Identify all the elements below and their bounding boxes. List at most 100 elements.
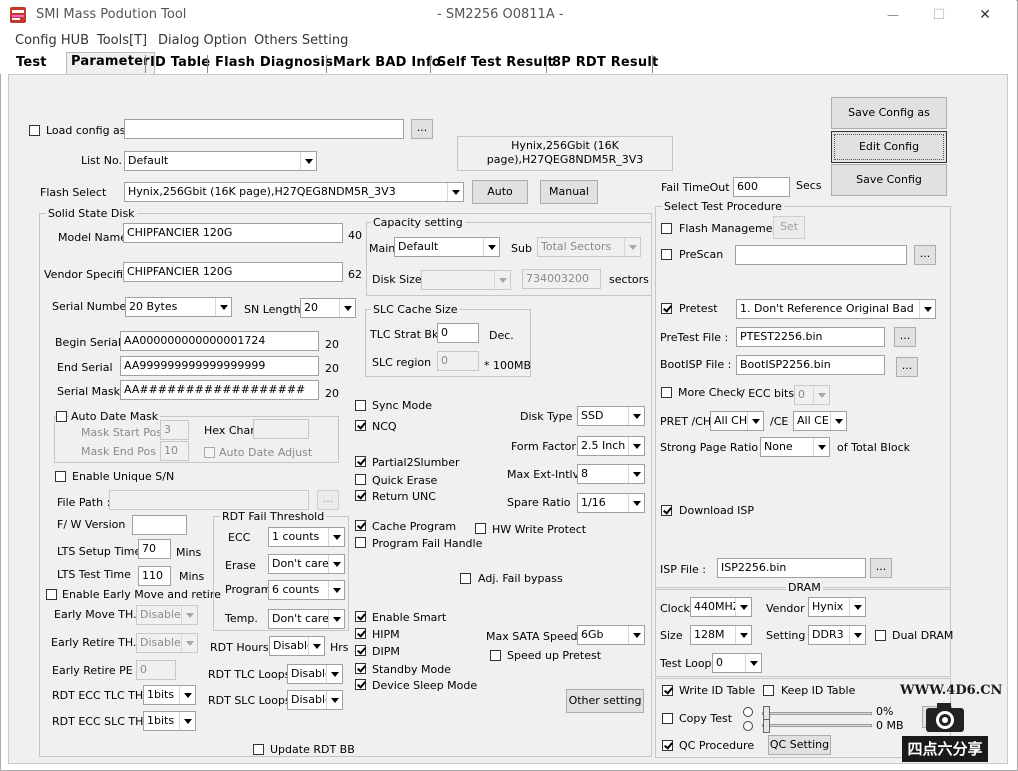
- rdt-ecc-select[interactable]: 1 counts: [268, 527, 345, 547]
- return-unc-checkbox[interactable]: [355, 490, 366, 501]
- clock-select[interactable]: 440MHZ: [690, 597, 752, 617]
- set-button[interactable]: Set: [773, 216, 805, 239]
- lts-test-input[interactable]: 110: [138, 566, 171, 586]
- download-isp-checkbox[interactable]: [661, 505, 672, 516]
- sn-length-select[interactable]: 20: [300, 298, 356, 318]
- copy-test-slider-thumb[interactable]: [763, 706, 770, 720]
- vendor-specific-input[interactable]: CHIPFANCIER 120G: [123, 262, 343, 282]
- standby-mode-checkbox[interactable]: [355, 663, 366, 674]
- title-bar[interactable]: SMI Mass Podution Tool - SM2256 O0811A -…: [0, 0, 1016, 30]
- qc-procedure-checkbox[interactable]: [662, 740, 673, 751]
- copy-test-checkbox[interactable]: [662, 713, 673, 724]
- load-config-browse-button[interactable]: ...: [411, 119, 433, 139]
- dram-size-select[interactable]: 128M: [690, 625, 752, 645]
- isp-file-browse-button[interactable]: ...: [870, 558, 892, 578]
- qc-setting-button[interactable]: QC Setting: [768, 735, 831, 755]
- fw-version-input[interactable]: [132, 515, 187, 535]
- load-config-checkbox[interactable]: [29, 125, 40, 136]
- quick-erase-checkbox[interactable]: [355, 474, 366, 485]
- begin-serial-input[interactable]: AA000000000000001724: [120, 331, 319, 351]
- tab-id-table[interactable]: ID Table: [146, 54, 214, 74]
- early-move-th-select[interactable]: Disable: [136, 605, 198, 625]
- early-retire-pe-input[interactable]: 0: [136, 660, 176, 680]
- rdt-hours-select[interactable]: Disable: [269, 636, 325, 656]
- menu-config-hub[interactable]: Config HUB: [15, 33, 89, 48]
- dual-dram-checkbox[interactable]: [875, 630, 886, 641]
- max-ext-intlv-select[interactable]: 8: [577, 464, 645, 484]
- close-button[interactable]: ✕: [962, 0, 1008, 30]
- prescan-checkbox[interactable]: [661, 249, 672, 260]
- ecc-bits-select[interactable]: 0: [794, 385, 830, 405]
- tab-mark-bad-info[interactable]: Mark BAD Info: [329, 54, 445, 74]
- more-check-checkbox[interactable]: [661, 387, 672, 398]
- tab-parameter[interactable]: Parameter: [66, 52, 155, 75]
- save-config-button[interactable]: Save Config: [831, 164, 947, 196]
- bootisp-file-input[interactable]: BootISP2256.bin: [736, 355, 885, 375]
- strong-page-ratio-select[interactable]: None: [760, 437, 830, 457]
- bootisp-file-browse-button[interactable]: ...: [896, 357, 918, 377]
- load-config-input[interactable]: [124, 119, 404, 139]
- hipm-checkbox[interactable]: [355, 628, 366, 639]
- copy-test-radio-1[interactable]: [743, 707, 753, 717]
- serial-number-select[interactable]: 20 Bytes: [125, 297, 232, 317]
- ncq-checkbox[interactable]: [355, 420, 366, 431]
- menu-dialog-option[interactable]: Dialog Option: [158, 33, 247, 48]
- prescan-browse-button[interactable]: ...: [914, 245, 936, 265]
- speed-up-pretest-checkbox[interactable]: [490, 650, 501, 661]
- write-id-table-checkbox[interactable]: [662, 685, 673, 696]
- cache-program-checkbox[interactable]: [355, 520, 366, 531]
- end-serial-input[interactable]: AA999999999999999999: [120, 356, 319, 376]
- dram-vendor-select[interactable]: Hynix: [808, 597, 866, 617]
- manual-button[interactable]: Manual: [540, 180, 598, 204]
- rdt-ecc-tlc-select[interactable]: 1bits: [143, 685, 196, 705]
- sub-select[interactable]: Total Sectors: [537, 237, 641, 257]
- max-sata-speed-select[interactable]: 6Gb: [577, 625, 645, 645]
- sync-mode-checkbox[interactable]: [355, 400, 366, 411]
- program-fail-handle-checkbox[interactable]: [355, 537, 366, 548]
- enable-smart-checkbox[interactable]: [355, 611, 366, 622]
- adj-fail-bypass-checkbox[interactable]: [460, 573, 471, 584]
- tab-flash-diagnosis[interactable]: Flash Diagnosis: [211, 54, 337, 74]
- disk-size-select[interactable]: [421, 270, 511, 290]
- pret-ch-select[interactable]: All CH: [710, 411, 764, 431]
- dram-setting-select[interactable]: DDR3: [808, 625, 866, 645]
- spare-ratio-select[interactable]: 1/16: [577, 493, 645, 513]
- test-loop-select[interactable]: 0: [712, 653, 762, 673]
- tab-test[interactable]: Test: [12, 54, 51, 74]
- file-path-browse-button[interactable]: ...: [317, 490, 339, 510]
- other-setting-button[interactable]: Other setting: [566, 689, 644, 713]
- auto-date-adjust-checkbox[interactable]: [204, 447, 215, 458]
- slc-region-input[interactable]: 0: [437, 351, 479, 371]
- early-retire-th-select[interactable]: Disable: [136, 633, 198, 653]
- maximize-button[interactable]: ☐: [916, 0, 962, 30]
- copy-test-slider-thumb-2[interactable]: [763, 719, 770, 733]
- pretest-file-browse-button[interactable]: ...: [894, 327, 916, 347]
- early-move-retire-checkbox[interactable]: [46, 589, 57, 600]
- prescan-input[interactable]: [735, 245, 907, 265]
- update-rdt-bb-checkbox[interactable]: [253, 744, 264, 755]
- tlc-strat-input[interactable]: 0: [437, 323, 479, 343]
- tab-8p-rdt-result[interactable]: 8P RDT Result: [548, 54, 662, 74]
- dipm-checkbox[interactable]: [355, 645, 366, 656]
- pretest-select[interactable]: 1. Don't Reference Original Bad: [736, 299, 936, 319]
- disk-type-select[interactable]: SSD: [577, 406, 645, 426]
- isp-file-input[interactable]: ISP2256.bin: [717, 558, 866, 578]
- main-select[interactable]: Default: [394, 237, 500, 257]
- mask-end-input[interactable]: 10: [160, 441, 189, 461]
- enable-unique-sn-checkbox[interactable]: [55, 471, 66, 482]
- save-config-as-button[interactable]: Save Config as: [831, 97, 947, 129]
- menu-others-setting[interactable]: Others Setting: [254, 33, 348, 48]
- device-sleep-checkbox[interactable]: [355, 679, 366, 690]
- copy-test-slider-track-2[interactable]: [762, 724, 872, 727]
- sectors-input[interactable]: 734003200: [522, 269, 601, 289]
- flash-select[interactable]: Hynix,256Gbit (16K page),H27QEG8NDM5R_3V…: [124, 182, 464, 202]
- rdt-slc-loops-select[interactable]: Disable: [287, 690, 343, 710]
- edit-config-button[interactable]: Edit Config: [831, 131, 947, 163]
- partial2slumber-checkbox[interactable]: [355, 456, 366, 467]
- flash-management-checkbox[interactable]: [661, 223, 672, 234]
- pretest-file-input[interactable]: PTEST2256.bin: [736, 327, 885, 347]
- model-name-input[interactable]: CHIPFANCIER 120G: [123, 223, 343, 243]
- list-no-select[interactable]: Default: [124, 151, 317, 171]
- copy-test-radio-2[interactable]: [743, 721, 753, 731]
- lts-setup-input[interactable]: 70: [138, 539, 171, 559]
